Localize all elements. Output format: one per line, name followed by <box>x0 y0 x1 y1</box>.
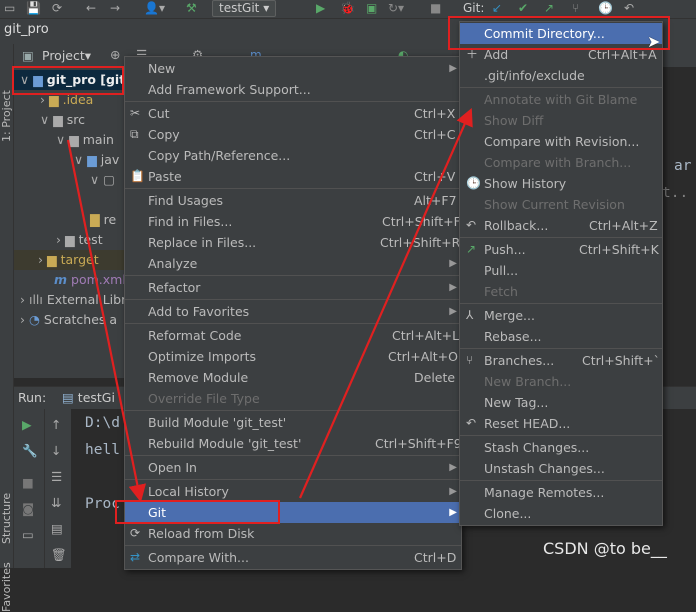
favorites-tool-tab[interactable]: Favorites <box>0 562 13 612</box>
arrow-root-to-git <box>66 139 147 503</box>
watermark: CSDN @to be__ <box>543 539 667 558</box>
arrow-git-to-submenu <box>298 107 473 499</box>
annotation-arrows <box>66 107 473 503</box>
